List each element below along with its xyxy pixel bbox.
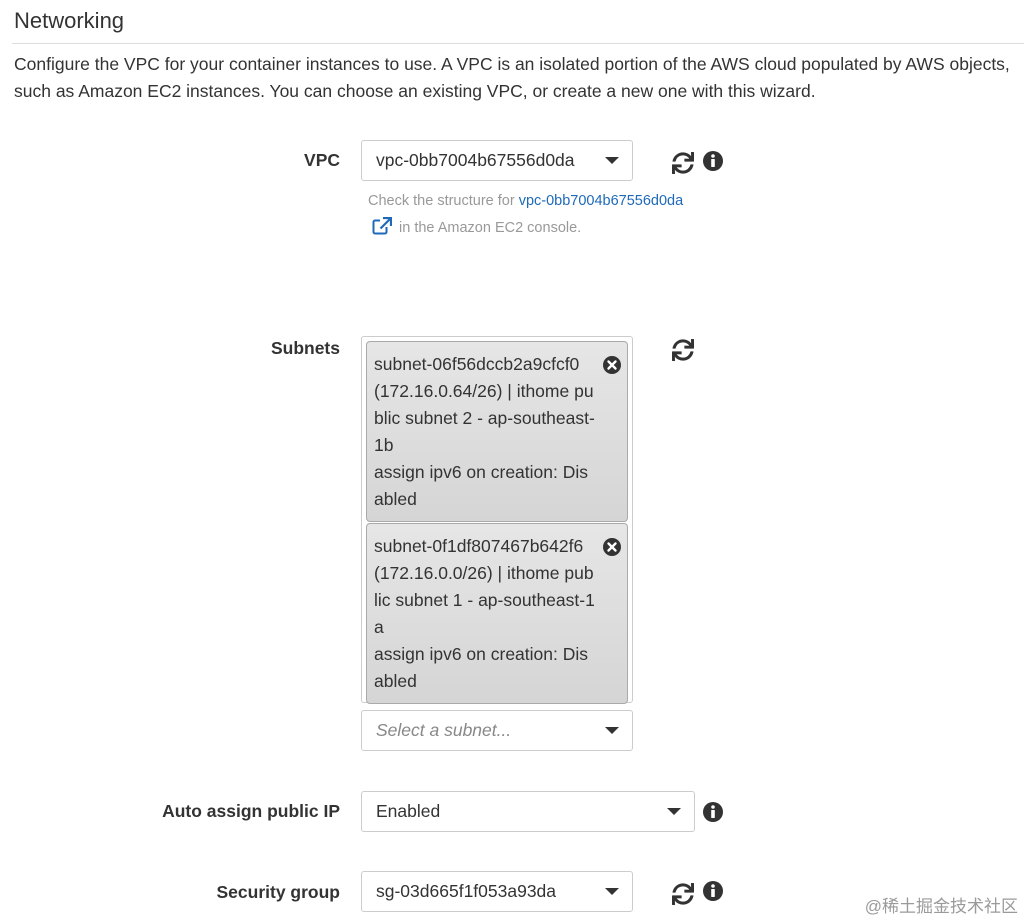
chevron-down-icon — [605, 888, 619, 895]
chevron-down-icon — [605, 157, 619, 164]
subnet-id: subnet-0f1df807467b642f6 — [374, 536, 584, 556]
vpc-help-suffix: in the Amazon EC2 console. — [395, 220, 582, 236]
subnets-label: Subnets — [270, 338, 340, 358]
info-icon[interactable] — [702, 801, 724, 823]
vpc-help-text: Check the structure for vpc-0bb7004b6755… — [368, 188, 698, 242]
external-link-icon[interactable] — [372, 217, 392, 235]
subnet-id: subnet-06f56dccb2a9cfcf0 — [374, 354, 580, 374]
security-group-label: Security group — [216, 882, 341, 902]
chevron-down-icon — [667, 808, 681, 815]
refresh-icon[interactable] — [672, 152, 694, 174]
subnet-select-placeholder: Select a subnet... — [376, 720, 512, 740]
remove-subnet-icon[interactable] — [602, 537, 622, 557]
security-group-value: sg-03d665f1f053a93da — [376, 881, 557, 901]
section-description: Configure the VPC for your container ins… — [14, 54, 1010, 101]
subnet-multiselect[interactable]: subnet-06f56dccb2a9cfcf0 (172.16.0.64/26… — [361, 336, 633, 704]
info-icon[interactable] — [702, 150, 724, 172]
auto-assign-ip-select[interactable]: Enabled — [361, 791, 695, 832]
subnet-chip[interactable]: subnet-06f56dccb2a9cfcf0 (172.16.0.64/26… — [366, 341, 628, 522]
security-group-select[interactable]: sg-03d665f1f053a93da — [361, 871, 633, 912]
subnet-select[interactable]: Select a subnet... — [361, 710, 633, 751]
auto-assign-ip-label: Auto assign public IP — [162, 801, 340, 821]
section-title: Networking — [14, 8, 125, 33]
refresh-icon[interactable] — [672, 883, 694, 905]
chevron-down-icon — [605, 727, 619, 734]
vpc-help-prefix: Check the structure for — [368, 193, 519, 209]
vpc-console-link[interactable]: vpc-0bb7004b67556d0da — [519, 193, 683, 209]
info-icon[interactable] — [702, 880, 724, 902]
refresh-icon[interactable] — [672, 339, 694, 361]
vpc-select-value: vpc-0bb7004b67556d0da — [376, 150, 575, 170]
subnet-description: (172.16.0.64/26) | ithome public subnet … — [374, 381, 595, 455]
subnet-ipv6-setting: assign ipv6 on creation: Disabled — [374, 462, 588, 509]
section-divider — [12, 43, 1024, 44]
vpc-select[interactable]: vpc-0bb7004b67556d0da — [361, 140, 633, 181]
subnet-ipv6-setting: assign ipv6 on creation: Disabled — [374, 644, 588, 691]
remove-subnet-icon[interactable] — [602, 355, 622, 375]
vpc-label: VPC — [304, 150, 340, 170]
subnet-chip[interactable]: subnet-0f1df807467b642f6 (172.16.0.0/26)… — [366, 523, 628, 704]
subnet-description: (172.16.0.0/26) | ithome public subnet 1… — [374, 563, 595, 637]
auto-assign-ip-value: Enabled — [376, 801, 441, 821]
watermark: @稀土掘金技术社区 — [864, 897, 1018, 916]
